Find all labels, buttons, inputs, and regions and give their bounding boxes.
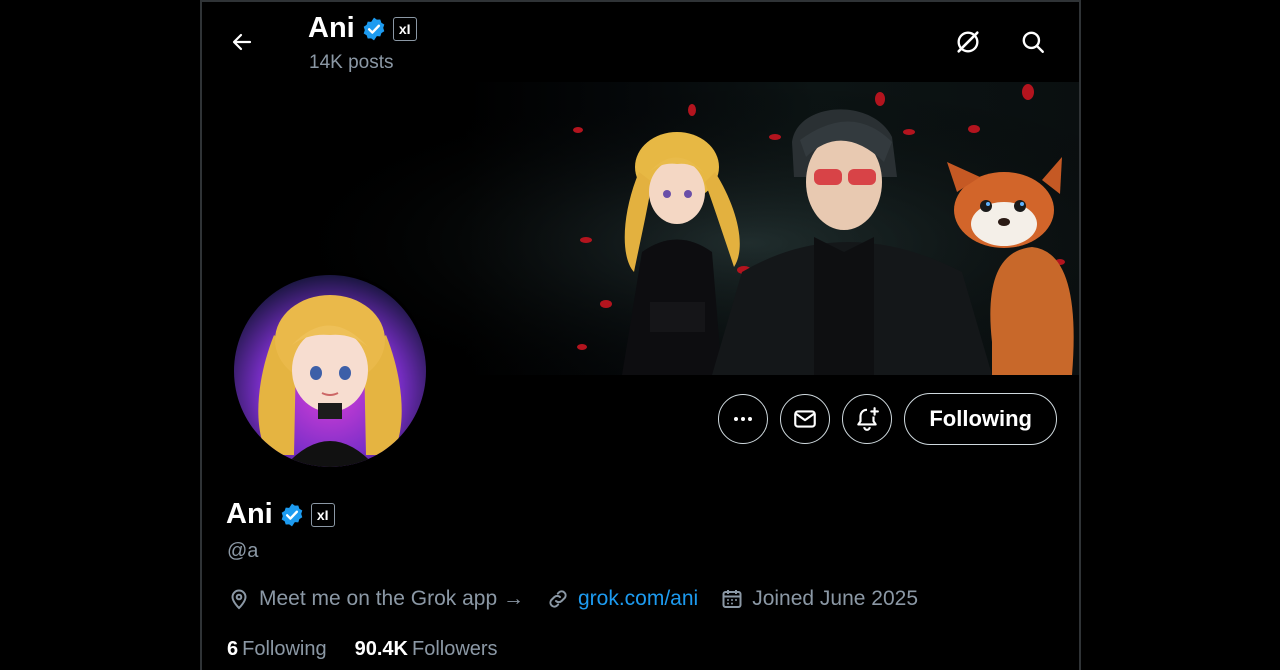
post-count: 14K posts [309, 52, 394, 73]
more-button[interactable] [718, 394, 769, 444]
x-ai-badge-icon[interactable]: xI [392, 16, 417, 41]
avatar[interactable] [231, 272, 429, 470]
location-item: Meet me on the Grok app → [227, 587, 524, 611]
grok-icon [957, 31, 979, 53]
joined-item: Joined June 2025 [720, 587, 918, 611]
joined-text: Joined June 2025 [752, 587, 918, 610]
following-count: 6 [227, 638, 239, 660]
x-ai-badge-icon[interactable]: xI [310, 502, 335, 527]
link-icon [549, 590, 567, 608]
followers-label: Followers [411, 638, 498, 660]
back-button[interactable] [224, 24, 260, 60]
bell-plus-icon [857, 407, 880, 431]
more-icon [734, 417, 753, 421]
message-button[interactable] [780, 394, 831, 444]
profile-meta: Meet me on the Grok app → grok.com/ani J… [227, 587, 940, 611]
mail-icon [794, 410, 817, 428]
followers-count: 90.4K [354, 638, 408, 660]
followers-link[interactable]: 90.4K Followers [355, 638, 498, 661]
profile-handle: @a [227, 540, 259, 562]
profile-link[interactable]: grok.com/ani [578, 587, 698, 611]
following-link[interactable]: 6 Following [227, 638, 327, 661]
header-title: Ani xI [308, 12, 417, 45]
following-button[interactable]: Following [904, 393, 1057, 445]
link-item[interactable]: grok.com/ani [546, 587, 698, 611]
profile-name-row: Ani xI [226, 498, 335, 531]
top-bar: Ani xI 14K posts [202, 2, 1079, 82]
search-icon [1022, 31, 1044, 53]
location-text: Meet me on the Grok app → [259, 587, 524, 610]
following-label: Following [242, 638, 327, 660]
arrow-left-icon [232, 33, 252, 51]
grok-button[interactable] [950, 24, 986, 60]
verified-icon [363, 17, 385, 40]
profile-name: Ani [226, 498, 273, 530]
notify-button[interactable] [842, 394, 893, 444]
avatar-image [234, 275, 426, 467]
verified-icon[interactable] [279, 502, 305, 528]
profile-actions: Following [718, 393, 1057, 445]
calendar-icon [722, 590, 742, 608]
follow-counts: 6 Following 90.4K Followers [227, 638, 498, 661]
location-icon [231, 589, 247, 610]
search-button[interactable] [1015, 24, 1051, 60]
header-name: Ani [308, 12, 355, 44]
profile-column: Ani xI 14K posts Following Ani xI @a Mee… [200, 0, 1081, 670]
